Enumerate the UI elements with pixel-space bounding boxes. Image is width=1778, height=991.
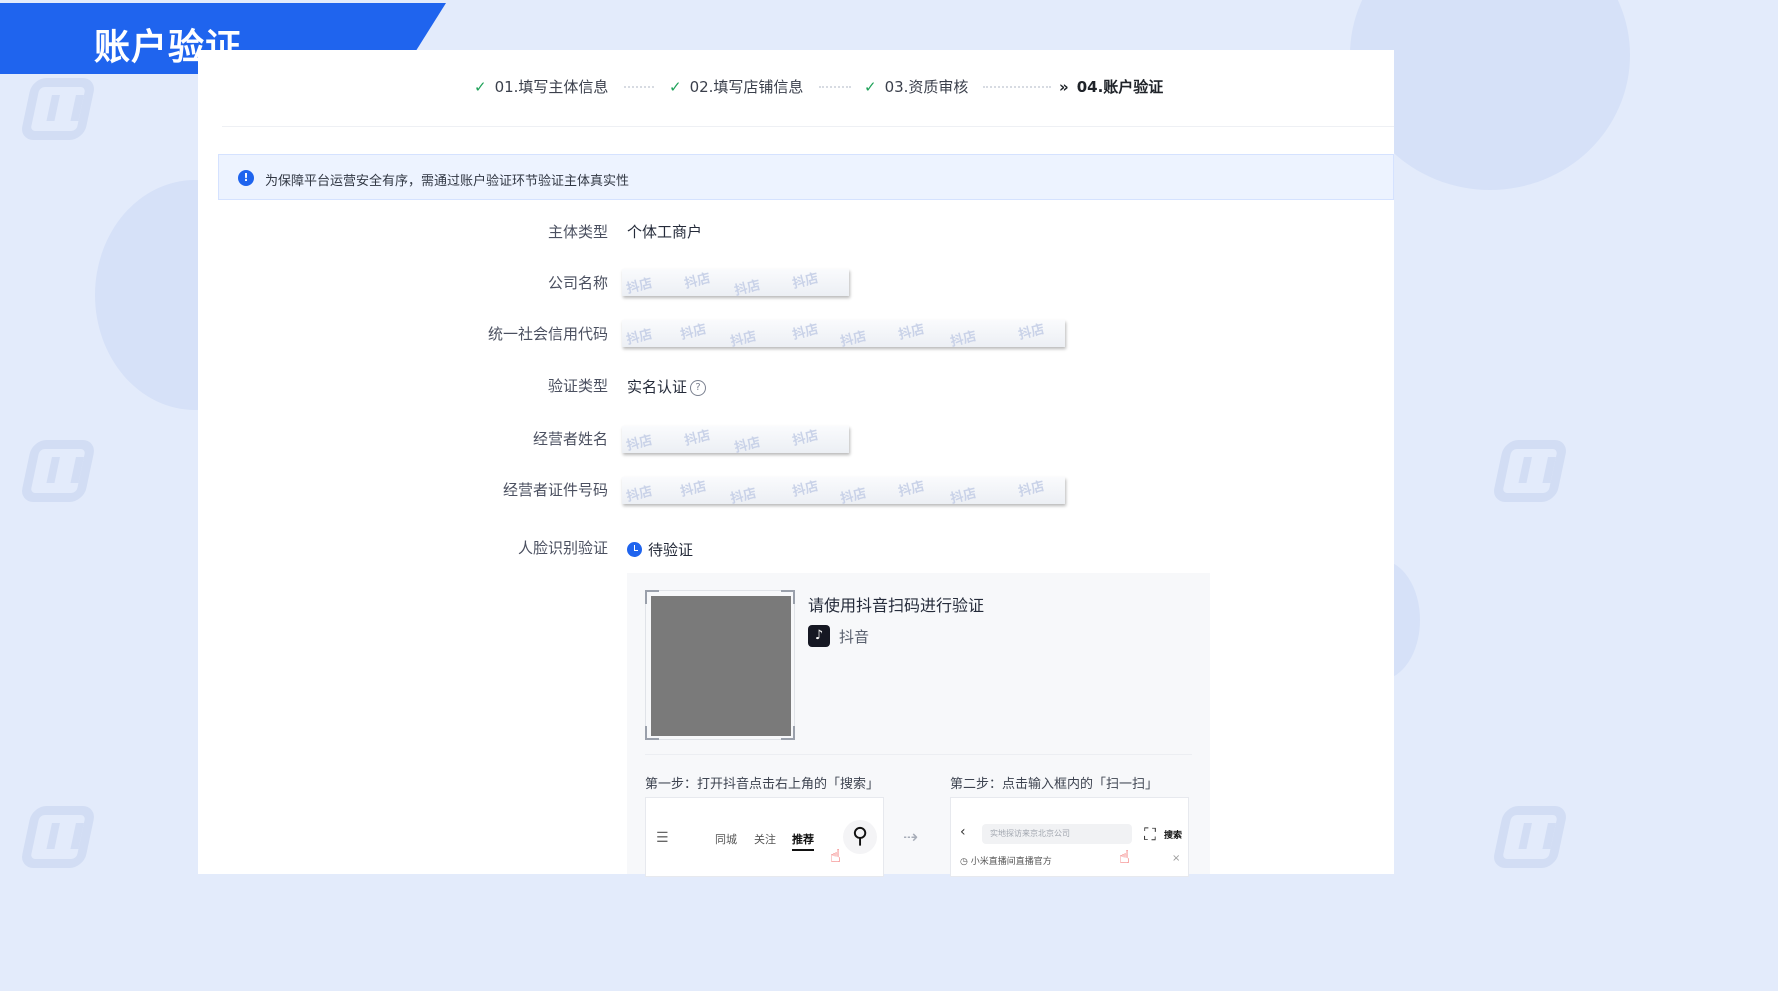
operator-name-label: 经营者姓名 xyxy=(532,430,608,448)
info-notice: ! 为保障平台运营安全有序，需通过账户验证环节验证主体真实性 xyxy=(218,154,1394,200)
company-name-label: 公司名称 xyxy=(547,274,608,292)
search-button: 搜索 xyxy=(1164,831,1183,841)
operator-id-masked: 抖店 抖店 抖店 抖店 抖店 抖店 抖店 抖店 xyxy=(622,477,1065,504)
mask-watermark: 抖店 xyxy=(839,329,868,347)
mask-watermark: 抖店 xyxy=(729,329,758,347)
mask-watermark: 抖店 xyxy=(949,486,978,504)
step-connector xyxy=(819,86,851,88)
douyin-logo-icon: ♪ xyxy=(808,625,830,647)
mask-watermark: 抖店 xyxy=(683,428,712,449)
face-verify-label: 人脸识别验证 xyxy=(517,539,608,557)
search-icon: ⚲ xyxy=(843,820,877,854)
mask-watermark: 抖店 xyxy=(791,479,820,500)
step-4: » 04.账户验证 xyxy=(1059,78,1164,96)
step1-caption: 第一步：打开抖音点击右上角的「搜索」 xyxy=(645,777,880,792)
mask-watermark: 抖店 xyxy=(839,486,868,504)
operator-name-masked: 抖店 抖店 抖店 抖店 xyxy=(622,426,849,453)
step-1: ✓ 01.填写主体信息 xyxy=(474,78,609,96)
mask-watermark: 抖店 xyxy=(625,433,654,453)
mask-watermark: 抖店 xyxy=(625,276,654,296)
mask-watermark: 抖店 xyxy=(733,278,762,296)
mask-watermark: 抖店 xyxy=(679,322,708,343)
step2-caption: 第二步：点击输入框内的「扫一扫」 xyxy=(950,777,1159,792)
scan-icon: ⛶ xyxy=(1136,822,1164,848)
mask-watermark: 抖店 xyxy=(733,435,762,453)
mask-watermark: 抖店 xyxy=(949,329,978,347)
step-3: ✓ 03.资质审核 xyxy=(864,78,969,96)
qr-code[interactable] xyxy=(645,590,795,740)
tap-hand-icon: ☝ xyxy=(830,846,841,867)
suggestion-item: ◷ 小米直播间直播官方 xyxy=(960,857,1052,867)
check-icon: ✓ xyxy=(474,78,487,96)
tab-recommend: 推荐 xyxy=(792,831,814,851)
face-verify-status: 待验证 xyxy=(627,539,693,560)
check-icon: ✓ xyxy=(669,78,682,96)
mask-watermark: 抖店 xyxy=(897,322,926,343)
step-connector xyxy=(624,86,654,88)
clock-icon xyxy=(627,542,642,557)
close-icon: × xyxy=(1172,853,1181,864)
entity-type-value: 个体工商户 xyxy=(627,223,703,241)
mask-watermark: 抖店 xyxy=(625,327,654,347)
check-icon: ✓ xyxy=(864,78,877,96)
entity-type-label: 主体类型 xyxy=(547,223,608,241)
clock-icon: ◷ xyxy=(960,857,971,867)
mask-watermark: 抖店 xyxy=(897,479,926,500)
mask-watermark: 抖店 xyxy=(1017,479,1046,500)
operator-id-label: 经营者证件号码 xyxy=(502,481,608,499)
watermark-logo-icon xyxy=(19,78,97,140)
company-name-masked: 抖店 抖店 抖店 抖店 xyxy=(622,269,849,296)
notice-text: 为保障平台运营安全有序，需通过账户验证环节验证主体真实性 xyxy=(265,174,630,189)
scan-instruction: 请使用抖音扫码进行验证 xyxy=(808,596,985,615)
step-connector xyxy=(983,86,1051,88)
mask-watermark: 抖店 xyxy=(679,479,708,500)
search-box: 实地探访来京北京公司 xyxy=(982,824,1132,844)
menu-icon: ☰ xyxy=(656,830,669,846)
info-icon: ! xyxy=(238,170,254,186)
step1-illustration: ☰ 同城 关注 推荐 ⚲ ☝ xyxy=(645,797,884,877)
divider xyxy=(645,754,1192,755)
mask-watermark: 抖店 xyxy=(1017,322,1046,343)
tab-follow: 关注 xyxy=(754,833,776,846)
back-icon: ‹ xyxy=(960,824,966,840)
watermark-logo-icon xyxy=(1491,440,1569,502)
steps-divider xyxy=(222,126,1394,127)
verify-type-label: 验证类型 xyxy=(547,377,608,395)
step-2: ✓ 02.填写店铺信息 xyxy=(669,78,804,96)
credit-code-label: 统一社会信用代码 xyxy=(487,325,608,343)
progress-steps: ✓ 01.填写主体信息 ✓ 02.填写店铺信息 ✓ 03.资质审核 » 04.账户验证 xyxy=(198,72,1394,102)
verify-type-value: 实名认证? xyxy=(627,376,707,397)
watermark-logo-icon xyxy=(1491,806,1569,868)
step2-illustration: ‹ 实地探访来京北京公司 ⛶ 搜索 ◷ 小米直播间直播官方 × ☝ xyxy=(950,797,1189,877)
double-chevron-right-icon: » xyxy=(1059,78,1069,96)
watermark-logo-icon xyxy=(19,440,97,502)
mask-watermark: 抖店 xyxy=(729,486,758,504)
tab-nearby: 同城 xyxy=(715,833,737,846)
arrow-right-icon: ⇢ xyxy=(903,827,919,848)
credit-code-masked: 抖店 抖店 抖店 抖店 抖店 抖店 抖店 抖店 xyxy=(622,320,1065,347)
mask-watermark: 抖店 xyxy=(683,271,712,292)
qr-verify-panel: 请使用抖音扫码进行验证 ♪ 抖音 第一步：打开抖音点击右上角的「搜索」 第二步：… xyxy=(627,573,1210,877)
qr-image xyxy=(651,596,791,736)
mask-watermark: 抖店 xyxy=(791,322,820,343)
mask-watermark: 抖店 xyxy=(625,484,654,504)
watermark-logo-icon xyxy=(19,806,97,868)
help-icon[interactable]: ? xyxy=(690,379,707,396)
mask-watermark: 抖店 xyxy=(791,428,820,449)
mask-watermark: 抖店 xyxy=(791,271,820,292)
tap-hand-icon: ☝ xyxy=(1119,847,1130,868)
app-name: 抖音 xyxy=(839,628,870,646)
